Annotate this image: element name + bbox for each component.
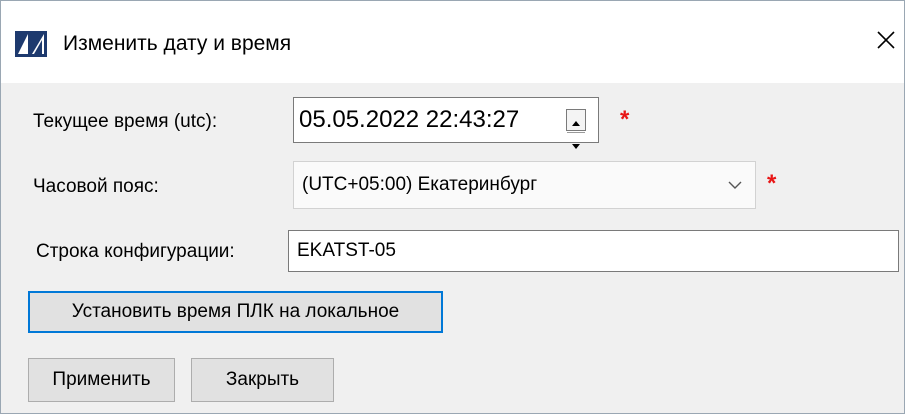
spin-down-button[interactable] — [567, 132, 585, 155]
timezone-label: Часовой пояс: — [33, 176, 159, 197]
spin-up-button[interactable] — [567, 110, 585, 132]
config-string-label: Строка конфигурации: — [36, 241, 235, 262]
required-marker-time: * — [620, 106, 630, 133]
current-time-input[interactable]: 05.05.2022 22:43:27 — [293, 97, 599, 149]
title-bar[interactable]: Изменить дату и время — [1, 1, 904, 83]
set-plc-local-time-button[interactable]: Установить время ПЛК на локальное — [28, 291, 443, 333]
close-window-button[interactable] — [869, 26, 903, 60]
datetime-spinner[interactable] — [566, 109, 586, 149]
timezone-dropdown[interactable]: (UTC+05:00) Екатеринбург — [293, 161, 756, 209]
window-title: Изменить дату и время — [63, 32, 292, 55]
current-time-label: Текущее время (utc): — [33, 111, 218, 132]
arrow-up-icon — [572, 110, 580, 132]
config-string-value: EKATST-05 — [297, 240, 396, 261]
current-time-value: 05.05.2022 22:43:27 — [299, 106, 520, 133]
arrow-down-icon — [572, 133, 580, 155]
chevron-down-icon — [727, 177, 743, 193]
close-button[interactable]: Закрыть — [191, 358, 334, 402]
dialog-window: Изменить дату и время Текущее время (utc… — [0, 0, 905, 414]
timezone-selected: (UTC+05:00) Екатеринбург — [302, 174, 538, 195]
close-icon — [876, 30, 896, 56]
apply-button[interactable]: Применить — [28, 358, 175, 402]
app-logo-icon — [15, 31, 47, 57]
config-string-input[interactable]: EKATST-05 — [288, 230, 899, 272]
required-marker-timezone: * — [767, 170, 777, 197]
